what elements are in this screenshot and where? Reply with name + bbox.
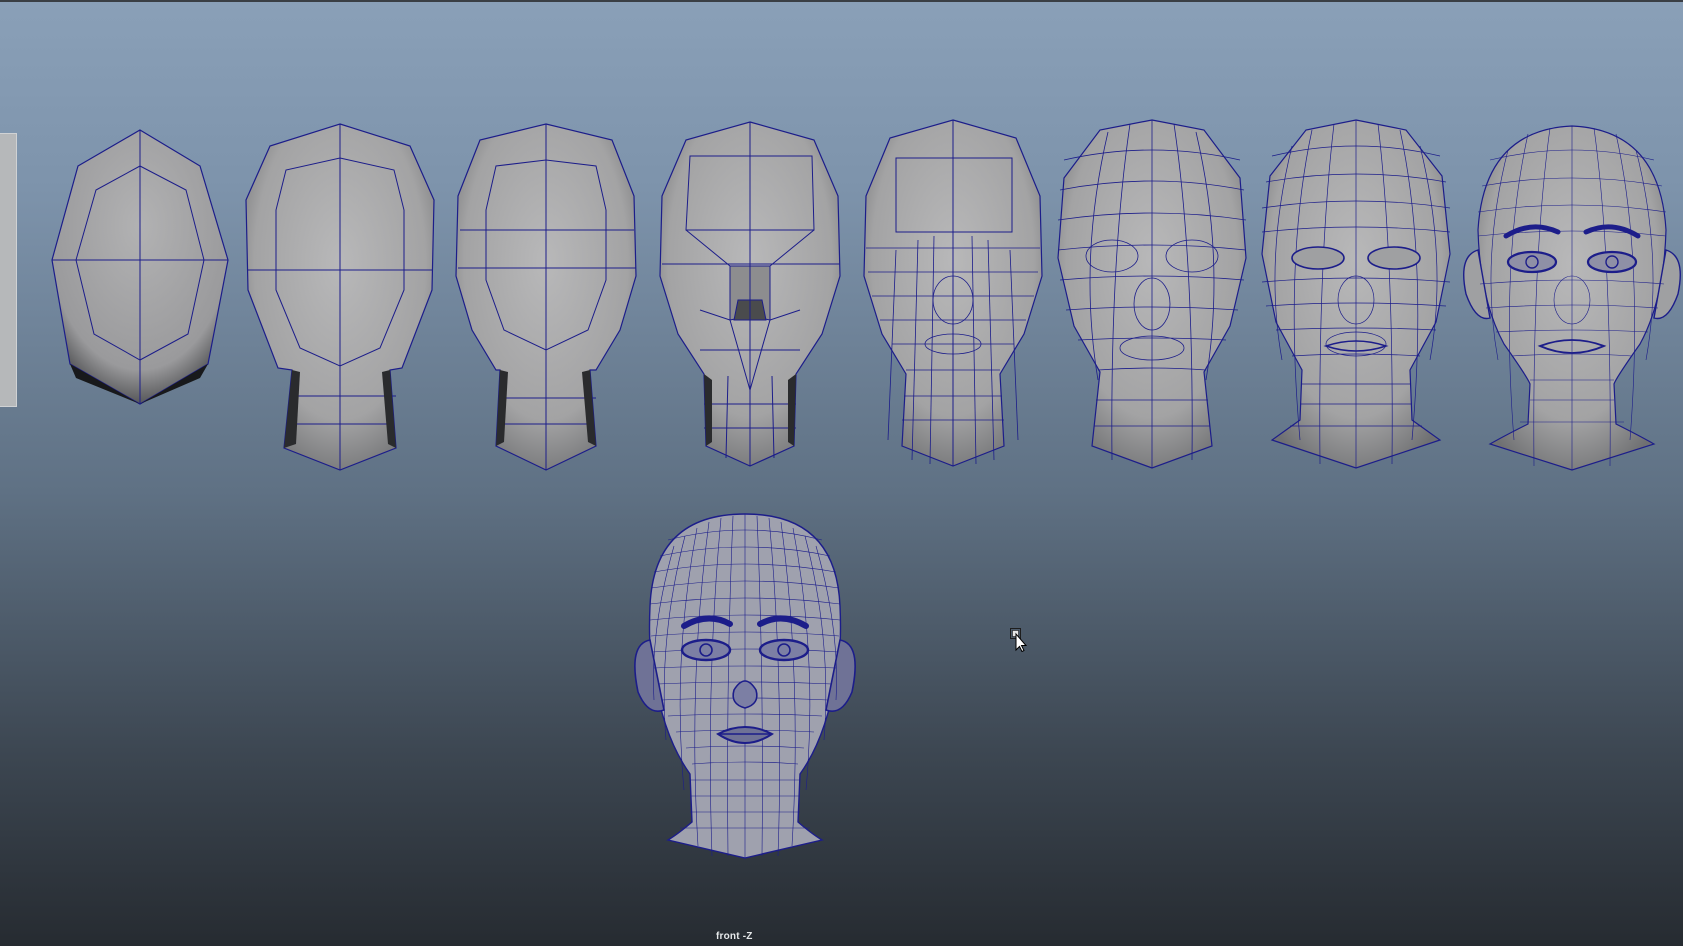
head-stage-1[interactable] (51, 129, 229, 405)
head-stage-9[interactable] (634, 513, 856, 859)
head-stage-5[interactable] (863, 119, 1043, 467)
head-stage-6[interactable] (1057, 119, 1247, 469)
head-stage-8[interactable] (1463, 125, 1681, 471)
head-stage-4[interactable] (659, 121, 841, 467)
head-stage-3[interactable] (455, 123, 637, 471)
head-stage-7[interactable] (1261, 119, 1451, 469)
mouse-pointer-icon (1010, 628, 1028, 653)
maya-front-viewport[interactable]: front -Z (0, 0, 1683, 946)
head-stage-2[interactable] (245, 123, 435, 471)
head-progression-scene (51, 119, 1681, 859)
camera-label: front -Z (716, 931, 753, 942)
